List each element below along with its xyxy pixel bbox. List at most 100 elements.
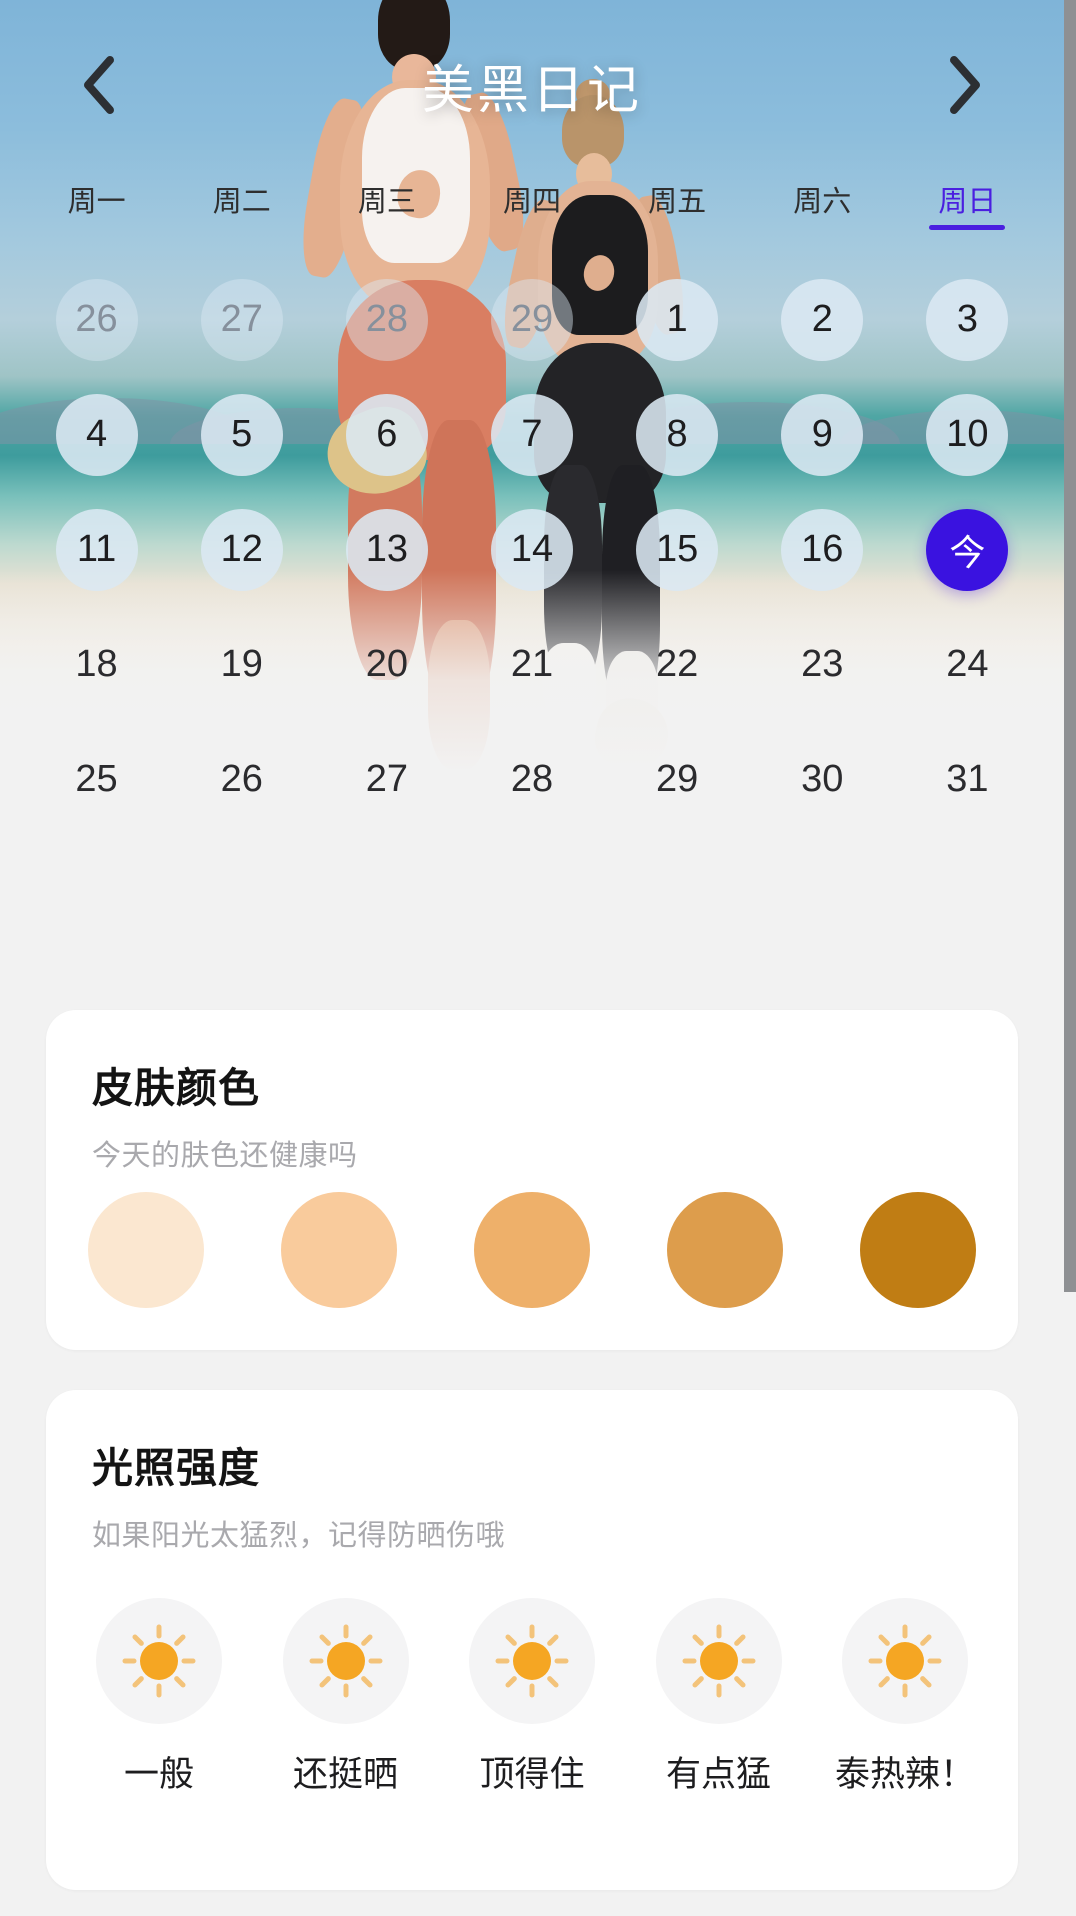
calendar-cell: 3 (895, 262, 1040, 377)
calendar-day-1[interactable]: 1 (636, 278, 719, 361)
vertical-scrollbar-track[interactable] (1064, 0, 1076, 1916)
light-intensity-option-4[interactable]: 有点猛 (640, 1598, 798, 1797)
calendar-day-30[interactable]: 30 (781, 739, 863, 821)
calendar-day-31[interactable]: 31 (926, 739, 1008, 821)
calendar-day-5[interactable]: 5 (200, 393, 283, 476)
calendar-cell: 2 (750, 262, 895, 377)
skin-card-title: 皮肤颜色 (92, 1065, 260, 1111)
calendar-day-20[interactable]: 20 (346, 624, 428, 706)
skin-tone-2[interactable] (281, 1192, 397, 1308)
calendar-cell: 31 (895, 722, 1040, 837)
calendar-cell: 12 (169, 492, 314, 607)
light-intensity-label: 还挺晒 (292, 1755, 398, 1794)
page-title: 美黑日记 (421, 61, 642, 120)
calendar-cell: 28 (459, 722, 604, 837)
weekday-2[interactable]: 周二 (169, 178, 314, 230)
calendar-cell: 1 (605, 262, 750, 377)
calendar-day-21[interactable]: 21 (491, 624, 573, 706)
calendar-grid: 26 27 28 29 1 2 3 4 5 6 7 8 9 10 11 12 13 14 15 16 今 18 19 20 21… (0, 262, 1064, 837)
sun-icon (655, 1598, 782, 1724)
calendar-day-27[interactable]: 27 (346, 739, 428, 821)
skin-card-header: 皮肤颜色 今天的肤色还健康吗 (92, 1054, 358, 1174)
calendar-day-2[interactable]: 2 (781, 278, 864, 361)
calendar-day-23[interactable]: 23 (781, 624, 863, 706)
calendar-day-22[interactable]: 22 (636, 624, 718, 706)
weekday-label: 周二 (212, 186, 271, 218)
calendar-cell: 15 (605, 492, 750, 607)
light-card-title: 光照强度 (92, 1445, 260, 1491)
weekday-4[interactable]: 周四 (459, 178, 604, 230)
calendar-day-12[interactable]: 12 (200, 508, 283, 591)
weekday-label: 周一 (67, 186, 126, 218)
weekday-5[interactable]: 周五 (605, 178, 750, 230)
weekday-label: 周三 (357, 186, 416, 218)
calendar-day-6[interactable]: 6 (345, 393, 428, 476)
calendar-day-10[interactable]: 10 (926, 393, 1009, 476)
weekday-3[interactable]: 周三 (314, 178, 459, 230)
calendar-cell: 25 (24, 722, 169, 837)
calendar-cell: 13 (314, 492, 459, 607)
calendar-day-18[interactable]: 18 (56, 624, 138, 706)
chevron-left-icon[interactable] (64, 50, 134, 120)
calendar-day-9[interactable]: 9 (781, 393, 864, 476)
calendar-day-16[interactable]: 16 (781, 508, 864, 591)
calendar-day-4[interactable]: 4 (55, 393, 138, 476)
calendar-cell: 4 (24, 377, 169, 492)
light-intensity-option-3[interactable]: 顶得住 (453, 1598, 611, 1797)
light-card-subtitle: 如果阳光太猛烈，记得防晒伤哦 (92, 1520, 506, 1552)
calendar-day-28[interactable]: 28 (345, 278, 428, 361)
calendar-cell: 20 (314, 607, 459, 722)
calendar-day-25[interactable]: 25 (56, 739, 138, 821)
calendar-cell: 10 (895, 377, 1040, 492)
weekday-1[interactable]: 周一 (24, 178, 169, 230)
light-intensity-label: 有点猛 (665, 1755, 771, 1794)
weekday-label: 周四 (502, 186, 561, 218)
calendar-day-7[interactable]: 7 (490, 393, 573, 476)
skin-tone-3[interactable] (474, 1192, 590, 1308)
calendar-day-29[interactable]: 29 (636, 739, 718, 821)
calendar-day-19[interactable]: 19 (201, 624, 283, 706)
vertical-scrollbar-thumb[interactable] (1064, 0, 1076, 1292)
calendar-cell: 14 (459, 492, 604, 607)
calendar-cell: 29 (459, 262, 604, 377)
calendar-day-29[interactable]: 29 (490, 278, 573, 361)
calendar-day-11[interactable]: 11 (55, 508, 138, 591)
calendar-cell: 16 (750, 492, 895, 607)
calendar-cell: 30 (750, 722, 895, 837)
calendar-day-28[interactable]: 28 (491, 739, 573, 821)
calendar-day-24[interactable]: 24 (926, 624, 1008, 706)
chevron-right-icon[interactable] (930, 50, 1000, 120)
weekday-7[interactable]: 周日 (895, 178, 1040, 230)
calendar-cell: 22 (605, 607, 750, 722)
calendar-cell: 27 (169, 262, 314, 377)
calendar-cell: 21 (459, 607, 604, 722)
calendar-day-14[interactable]: 14 (490, 508, 573, 591)
skin-tone-4[interactable] (667, 1192, 783, 1308)
weekday-label: 周五 (648, 186, 707, 218)
weekday-6[interactable]: 周六 (750, 178, 895, 230)
skin-tone-1[interactable] (88, 1192, 204, 1308)
sun-icon (842, 1598, 968, 1724)
weekday-active-underline (929, 225, 1006, 230)
skin-card-subtitle: 今天的肤色还健康吗 (92, 1140, 358, 1172)
sun-icon (96, 1598, 222, 1724)
calendar-day-13[interactable]: 13 (345, 508, 428, 591)
today-button[interactable]: 今 (926, 508, 1009, 591)
light-intensity-label: 一般 (123, 1755, 194, 1794)
header-bar: 美黑日记 (0, 0, 1064, 170)
light-intensity-option-1[interactable]: 一般 (80, 1598, 238, 1797)
calendar-cell: 9 (750, 377, 895, 492)
calendar-cell: 26 (169, 722, 314, 837)
light-intensity-card: 光照强度 如果阳光太猛烈，记得防晒伤哦 一般 还挺晒 顶得住 有点猛 泰热辣！ (46, 1390, 1018, 1890)
calendar-cell: 7 (459, 377, 604, 492)
calendar-day-15[interactable]: 15 (636, 508, 719, 591)
light-intensity-option-5[interactable]: 泰热辣！ (826, 1598, 984, 1797)
calendar-day-3[interactable]: 3 (926, 278, 1009, 361)
light-intensity-option-row: 一般 还挺晒 顶得住 有点猛 泰热辣！ (46, 1598, 1018, 1797)
light-intensity-option-2[interactable]: 还挺晒 (267, 1598, 425, 1797)
calendar-day-26[interactable]: 26 (55, 278, 138, 361)
skin-tone-5[interactable] (860, 1192, 976, 1308)
calendar-day-27[interactable]: 27 (200, 278, 283, 361)
calendar-day-8[interactable]: 8 (636, 393, 719, 476)
calendar-day-26[interactable]: 26 (201, 739, 283, 821)
